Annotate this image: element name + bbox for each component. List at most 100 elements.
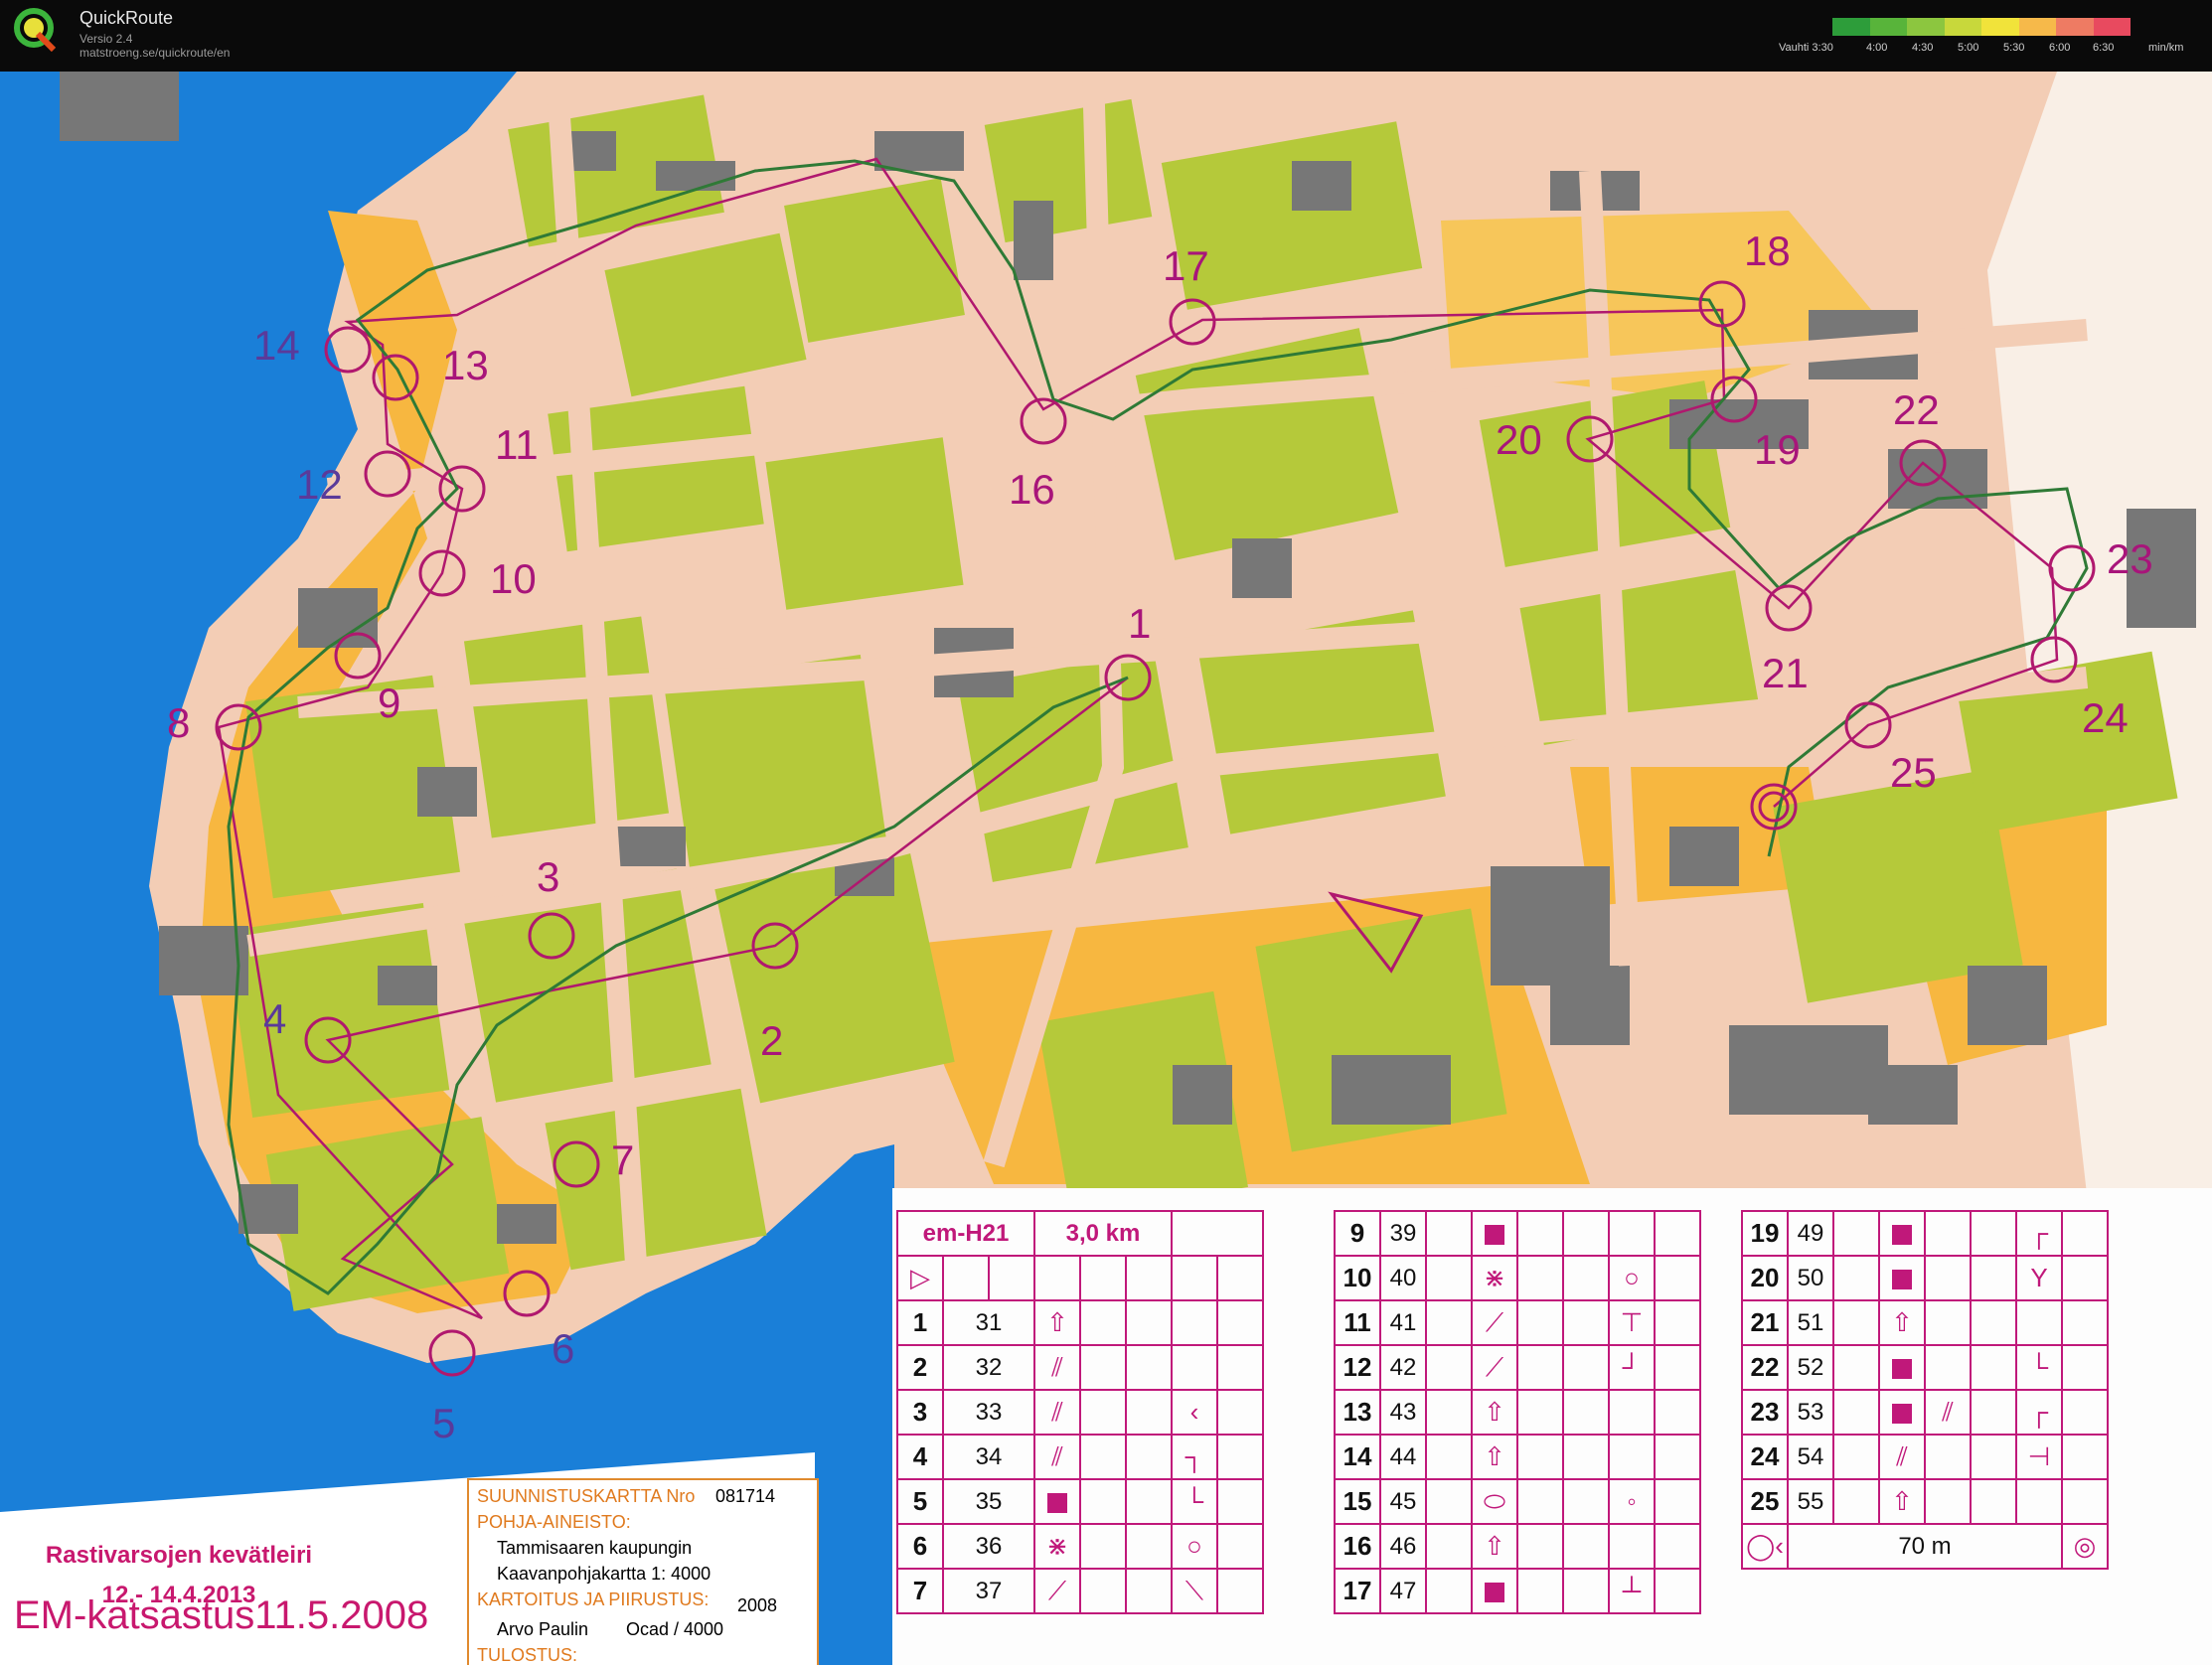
control-number: 21 [1762, 650, 1809, 696]
building-icon [1485, 1583, 1504, 1603]
finish-start-icon: ◯‹ [1741, 1523, 1789, 1570]
control-number: 4 [263, 995, 286, 1042]
map-info-box: SUUNNISTUSKARTTA Nro 081714 POHJA-AINEIS… [467, 1478, 819, 1665]
control-number: 9 [378, 680, 400, 726]
event-title: Rastivarsojen kevätleiri [45, 1542, 313, 1569]
side-icon: ○ [1171, 1523, 1218, 1570]
info-value: 081714 [715, 1486, 776, 1506]
pace-color-bar [1832, 18, 2131, 36]
stairway-icon: ⟋ [1471, 1299, 1518, 1346]
app-url-link[interactable]: matstroeng.se/quickroute/en [79, 46, 230, 60]
pace-color-segment [2093, 18, 2131, 36]
info-label: SUUNNISTUSKARTTA Nro [477, 1486, 696, 1506]
pace-color-segment [1944, 18, 1981, 36]
description-table-3: 19 49 ┌ 20 50 Y 21 51 ⇧ 22 52 └ 23 53 ⫽ ┌ 24 54 ⫽ ⊣ 25… [1741, 1210, 2109, 1570]
table-row: 1 31 ⇧ [896, 1299, 1264, 1346]
pace-label: 5:00 [1958, 42, 1979, 54]
corner-nw-icon: ┌ [2015, 1389, 2063, 1436]
start-triangle-icon: ▷ [896, 1255, 944, 1301]
pace-label: 4:30 [1912, 42, 1934, 54]
map-caption: EM-katsastus11.5.2008 [14, 1593, 429, 1637]
description-table-1: em-H21 3,0 km ▷ 1 31 ⇧ 2 32 ⫽ 3 33 ⫽ ‹ 4 34 ⫽ ┐ 53… [896, 1210, 1264, 1614]
header-row: em-H21 3,0 km [896, 1210, 1264, 1257]
pace-color-segment [1869, 18, 1907, 36]
app-version: Versio 2.4 [79, 32, 133, 46]
table-row: 3 33 ⫽ ‹ [896, 1389, 1264, 1436]
finish-row: ◯‹ 70 m ◎ [1741, 1523, 2109, 1570]
table-row: 15 45 ⬭ ◦ [1334, 1478, 1701, 1525]
wall-icon: ⫽ [1033, 1389, 1081, 1436]
control-number: 22 [1893, 386, 1940, 433]
end-icon: ⊣ [2015, 1434, 2063, 1480]
tree-icon: ⇧ [1878, 1299, 1926, 1346]
control-number: 19 [1754, 426, 1801, 473]
paved-area-icon: ⋇ [1033, 1523, 1081, 1570]
wall-icon: ⫽ [1033, 1344, 1081, 1391]
table-row: 16 46 ⇧ [1334, 1523, 1701, 1570]
table-row: 7 37 ⟋ ⟍ [896, 1568, 1264, 1614]
table-row: 12 42 ⟋ ┘ [1334, 1344, 1701, 1391]
control-number: 13 [442, 342, 489, 388]
wall-icon: ⫽ [1924, 1389, 1972, 1436]
pier [60, 72, 179, 141]
pace-label: Vauhti 3:30 [1779, 42, 1833, 54]
pace-legend: Vauhti 3:30 4:00 4:30 5:00 5:30 6:00 6:3… [1779, 16, 2186, 56]
info-value: Ocad / 4000 [626, 1619, 724, 1639]
info-value: Arvo Paulin [497, 1619, 589, 1639]
corner-ne-icon: ┐ [1171, 1434, 1218, 1480]
control-number: 23 [2107, 535, 2153, 582]
control-number: 5 [432, 1400, 455, 1446]
pace-label: 4:00 [1866, 42, 1888, 54]
pace-color-segment [1981, 18, 2019, 36]
course-name: em-H21 [896, 1210, 1035, 1257]
table-row: 6 36 ⋇ ○ [896, 1523, 1264, 1570]
control-number: 16 [1009, 466, 1055, 513]
wall-icon: ⫽ [1878, 1434, 1926, 1480]
corner-inside-icon: ‹ [1171, 1389, 1218, 1436]
control-number: 6 [552, 1325, 574, 1372]
finish-distance: 70 m [1787, 1523, 2063, 1570]
table-row: 19 49 ┌ [1741, 1210, 2109, 1257]
table-row: 22 52 └ [1741, 1344, 2109, 1391]
building-icon [1892, 1225, 1912, 1246]
table-row: 24 54 ⫽ ⊣ [1741, 1434, 2109, 1480]
start-row: ▷ [896, 1255, 1264, 1301]
app-name: QuickRoute [79, 8, 174, 28]
table-row: 21 51 ⇧ [1741, 1299, 2109, 1346]
building-icon [1047, 1493, 1067, 1514]
wall-icon: ⫽ [1033, 1434, 1081, 1480]
info-label: KARTOITUS JA PIIRUSTUS: [477, 1589, 710, 1609]
info-value: Kaavanpohjakartta 1: 4000 [497, 1564, 711, 1584]
table-row: 17 47 ┴ [1334, 1568, 1701, 1614]
paved-area-icon: ⋇ [1471, 1255, 1518, 1301]
control-number: 20 [1496, 416, 1542, 463]
table-row: 13 43 ⇧ [1334, 1389, 1701, 1436]
control-number: 2 [760, 1017, 783, 1064]
pace-color-segment [1907, 18, 1945, 36]
pace-label: 5:30 [2003, 42, 2025, 54]
corner-sw-icon: └ [2015, 1344, 2063, 1391]
stairway-icon: ⟋ [1033, 1568, 1081, 1614]
quickroute-logo-icon [14, 8, 57, 52]
table-row: 23 53 ⫽ ┌ [1741, 1389, 2109, 1436]
info-label: POHJA-AINEISTO: [477, 1512, 631, 1532]
pace-color-segment [1832, 18, 1870, 36]
building-icon [1485, 1225, 1504, 1246]
tree-icon: ⇧ [1471, 1389, 1518, 1436]
control-number: 10 [490, 555, 537, 602]
table-row: 14 44 ⇧ [1334, 1434, 1701, 1480]
tree-icon: ⇧ [1878, 1478, 1926, 1525]
info-value: 2008 [737, 1595, 778, 1615]
foot-icon: ┴ [1608, 1568, 1656, 1614]
tree-icon: ⇧ [1033, 1299, 1081, 1346]
table-row: 11 41 ⟋ ⊤ [1334, 1299, 1701, 1346]
control-number: 14 [253, 322, 300, 369]
table-row: 20 50 Y [1741, 1255, 2109, 1301]
pace-color-segment [2056, 18, 2094, 36]
building-icon [1892, 1270, 1912, 1290]
control-number: 24 [2082, 694, 2129, 741]
corner-icon: ⟍ [1171, 1568, 1218, 1614]
corner-nw-icon: ┌ [2015, 1210, 2063, 1257]
table-row: 4 34 ⫽ ┐ [896, 1434, 1264, 1480]
pace-label: 6:30 [2093, 42, 2115, 54]
